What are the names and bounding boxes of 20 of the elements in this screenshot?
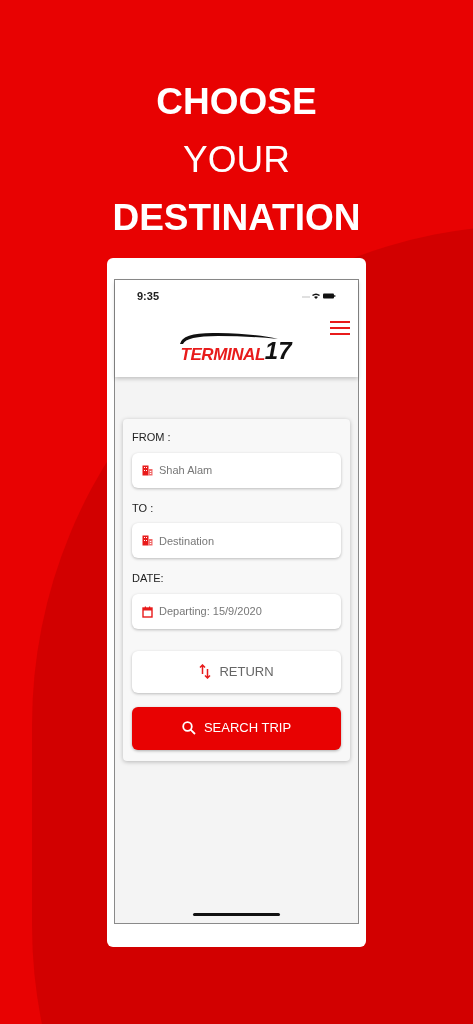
input-field[interactable]: Shah Alam <box>132 452 341 488</box>
field-label: FROM : <box>132 430 172 445</box>
swap-arrows-icon <box>199 664 212 679</box>
brand-logo: TERMINAL17 <box>178 328 295 363</box>
menu-button[interactable] <box>330 320 350 336</box>
status-time: 9:35 <box>137 288 160 304</box>
field-label: TO : <box>132 500 155 516</box>
building-icon <box>142 464 153 476</box>
field-label: DATE: <box>132 571 165 586</box>
search-icon <box>181 721 196 735</box>
calendar-icon <box>142 605 153 618</box>
headline-text: DESTINATION <box>112 196 361 240</box>
status-icons <box>302 292 336 300</box>
building-icon <box>142 535 153 546</box>
return-button[interactable]: RETURN <box>132 650 341 693</box>
search-trip-button[interactable]: SEARCH TRIP <box>132 706 341 750</box>
headline-text: CHOOSE <box>156 80 317 124</box>
input-field[interactable]: Departing: 15/9/2020 <box>132 593 341 629</box>
headline-text: YOUR <box>183 138 290 182</box>
input-field[interactable]: Destination <box>132 523 341 558</box>
